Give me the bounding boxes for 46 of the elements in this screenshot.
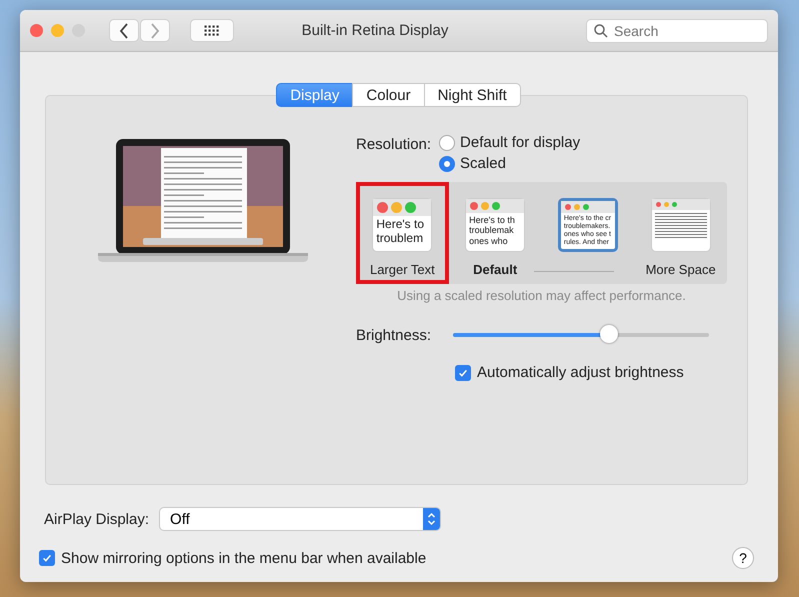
checkbox[interactable]: [455, 364, 471, 380]
preview-thumbnail[interactable]: Here's to th troublemak ones who: [465, 198, 526, 252]
option-label: Default: [473, 262, 518, 277]
preview-text: ones who: [469, 236, 509, 246]
window-controls-icon: [466, 199, 524, 213]
option-label: More Space: [646, 262, 716, 277]
checkbox[interactable]: [39, 550, 55, 566]
tab[interactable]: Night Shift: [424, 83, 521, 107]
window-controls-icon: [560, 201, 615, 213]
airplay-label: AirPlay Display:: [44, 510, 150, 528]
radio-button[interactable]: [439, 156, 456, 172]
option-label: Larger Text: [370, 262, 435, 277]
brightness-label: Brightness:: [356, 326, 432, 344]
tab[interactable]: Colour: [352, 83, 425, 107]
preview-thumbnail[interactable]: Here's to troublem: [372, 198, 432, 252]
window-title: Built-in Retina Display: [300, 22, 450, 39]
window-controls-icon: [652, 199, 710, 210]
stepper-icon: [423, 508, 440, 530]
search-field[interactable]: Search: [586, 18, 768, 42]
preview-text: troublemak: [469, 225, 515, 236]
back-button[interactable]: [109, 19, 139, 42]
scale-option[interactable]: More Space: [634, 182, 727, 284]
checkbox-label[interactable]: Show mirroring options in the menu bar when available: [61, 550, 426, 566]
performance-note: Using a scaled resolution may affect performance.: [396, 288, 687, 303]
grid-icon: [204, 24, 220, 36]
preview-text: Here's to th: [469, 215, 516, 226]
preview-text: troublem: [376, 232, 424, 246]
radio-label[interactable]: Scaled: [460, 155, 506, 172]
checkmark-icon: [41, 552, 53, 564]
search-icon: [594, 24, 608, 38]
help-button[interactable]: ?: [732, 547, 754, 569]
preview-text: Here's to: [376, 218, 426, 232]
scale-option[interactable]: Here's to th troublemak ones who Default: [448, 182, 542, 284]
highlight-frame[interactable]: Here's to troublem Larger Text: [356, 182, 449, 284]
resolution-label: Resolution:: [356, 135, 432, 155]
preview-thumbnail[interactable]: [650, 198, 711, 252]
radio-label[interactable]: Default for display: [460, 134, 580, 151]
checkbox-label[interactable]: Automatically adjust brightness: [477, 364, 684, 381]
slider-thumb[interactable]: [600, 325, 618, 343]
grid-button[interactable]: [190, 19, 234, 42]
chevron-left-icon: [119, 22, 129, 38]
airplay-dropdown[interactable]: Off: [159, 507, 442, 531]
window-controls-icon: [373, 199, 432, 216]
close-button[interactable]: [30, 24, 43, 37]
radio-button[interactable]: [439, 134, 456, 150]
chevron-right-icon: [150, 22, 160, 38]
